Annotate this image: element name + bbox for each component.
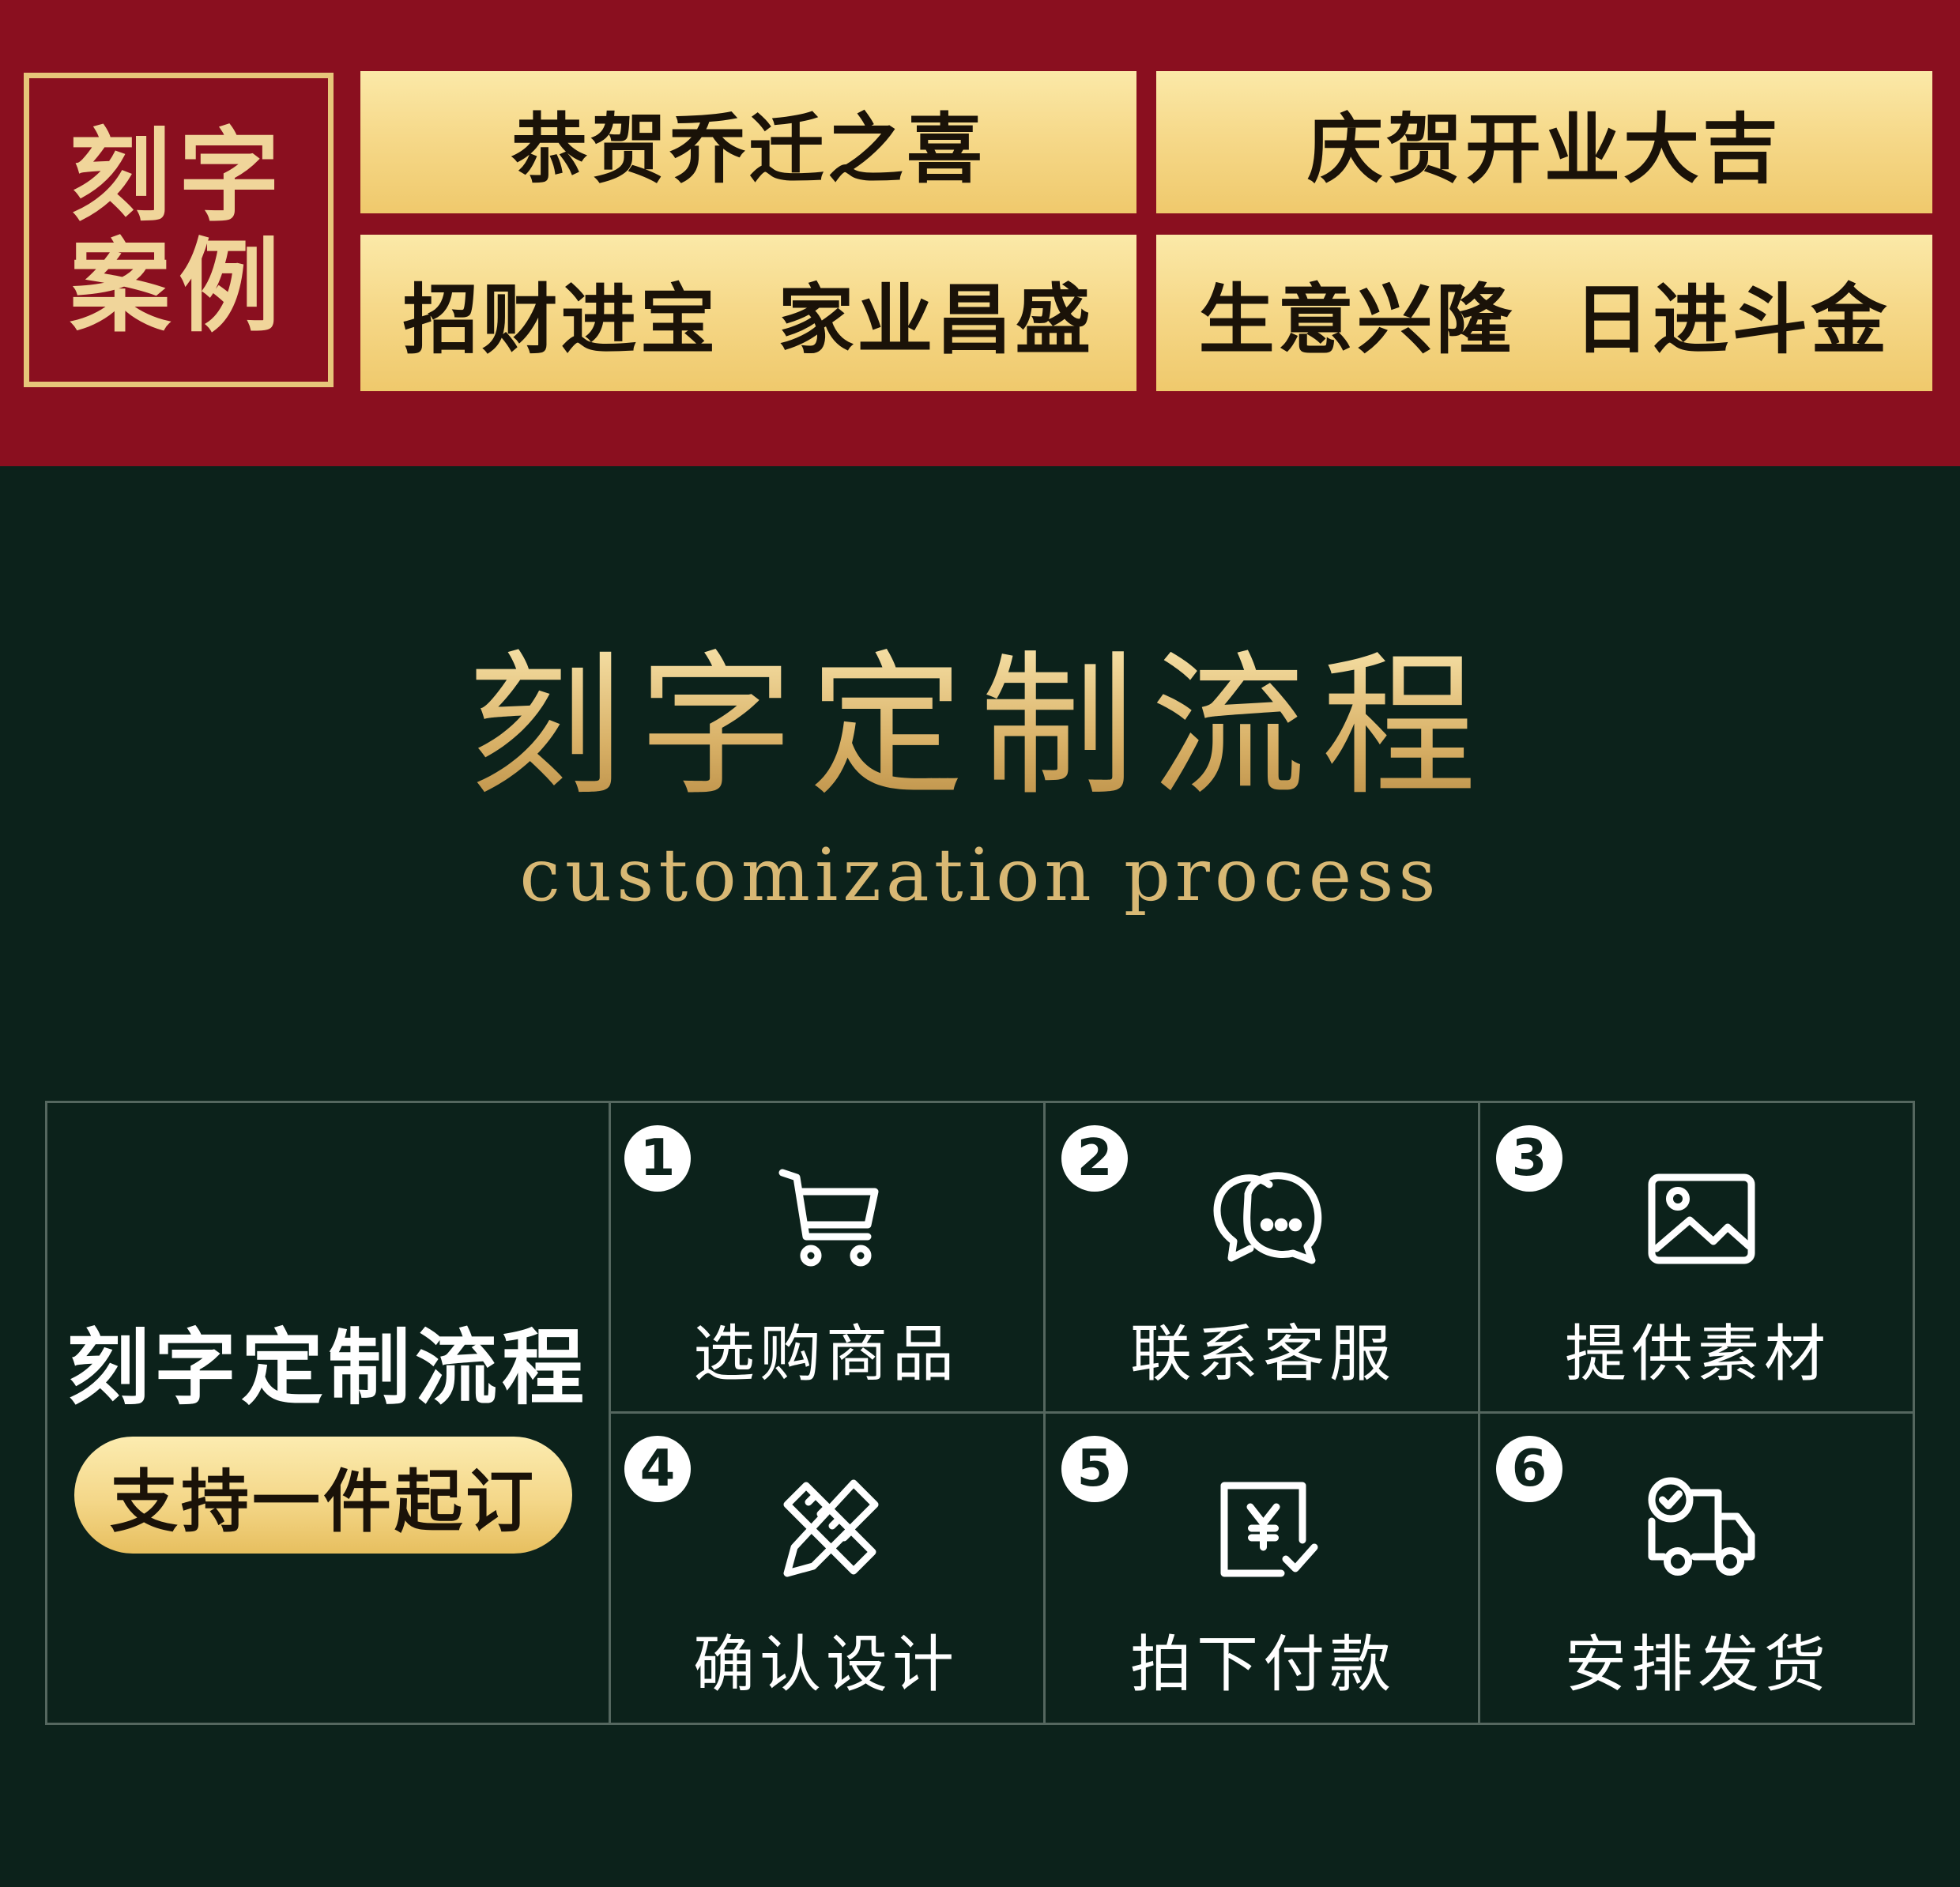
process-title: 刻字定制流程 bbox=[66, 1320, 589, 1416]
step-confirm-design: 4 确认设计 bbox=[609, 1414, 1043, 1722]
section-title: 刻字定制流程 bbox=[0, 640, 1960, 814]
engraving-cases-label-box: 刻字 案例 bbox=[24, 73, 334, 387]
step-label: 安排发货 bbox=[1564, 1629, 1830, 1701]
section-subtitle: customization process bbox=[519, 833, 1441, 917]
chat-bubbles-icon bbox=[1208, 1158, 1326, 1277]
delivery-truck-icon bbox=[1642, 1469, 1761, 1588]
step-number-badge: 1 bbox=[624, 1125, 691, 1192]
step-arrange-shipping: 6 安排发货 bbox=[1480, 1414, 1915, 1722]
step-contact-service: 2 联系客服 bbox=[1046, 1103, 1480, 1411]
shopping-cart-icon bbox=[771, 1158, 889, 1277]
step-label: 拍下付款 bbox=[1129, 1629, 1396, 1701]
step-label: 选购商品 bbox=[692, 1319, 959, 1390]
process-summary-cell: 刻字定制流程 支持一件起订 bbox=[47, 1103, 611, 1723]
step-label: 联系客服 bbox=[1129, 1319, 1396, 1390]
step-place-order: 5 拍下付款 bbox=[1046, 1414, 1480, 1722]
case-box-line-2: 案例 bbox=[69, 228, 288, 346]
step-number-badge: 2 bbox=[1061, 1125, 1128, 1192]
payment-icon bbox=[1208, 1469, 1326, 1588]
blessing-plaque-3: 招财进宝 家业昌盛 bbox=[360, 235, 1136, 391]
ruler-pencil-icon bbox=[771, 1469, 889, 1588]
step-label: 确认设计 bbox=[692, 1629, 959, 1701]
page: 刻字 案例 恭贺乔迁之喜 庆贺开业大吉 招财进宝 家业昌盛 生意兴隆 日进斗金 … bbox=[0, 0, 1960, 1887]
process-table: 刻字定制流程 支持一件起订 1 选购商品 2 联系客服 3 提供素材 4 确认设… bbox=[45, 1101, 1915, 1725]
step-label: 提供素材 bbox=[1564, 1319, 1830, 1390]
blessing-plaque-2: 庆贺开业大吉 bbox=[1156, 71, 1932, 213]
blessing-plaque-1: 恭贺乔迁之喜 bbox=[360, 71, 1136, 213]
min-order-badge: 支持一件起订 bbox=[74, 1437, 572, 1554]
step-provide-materials: 3 提供素材 bbox=[1480, 1103, 1915, 1411]
image-icon bbox=[1642, 1158, 1761, 1277]
step-number-badge: 4 bbox=[624, 1436, 691, 1502]
blessing-plaque-4: 生意兴隆 日进斗金 bbox=[1156, 235, 1932, 391]
case-box-line-1: 刻字 bbox=[69, 117, 288, 235]
step-number-badge: 5 bbox=[1061, 1436, 1128, 1502]
step-number-badge: 3 bbox=[1496, 1125, 1562, 1192]
step-number-badge: 6 bbox=[1496, 1436, 1562, 1502]
step-select-product: 1 选购商品 bbox=[609, 1103, 1043, 1411]
engraving-cases-banner: 刻字 案例 恭贺乔迁之喜 庆贺开业大吉 招财进宝 家业昌盛 生意兴隆 日进斗金 bbox=[0, 0, 1960, 466]
